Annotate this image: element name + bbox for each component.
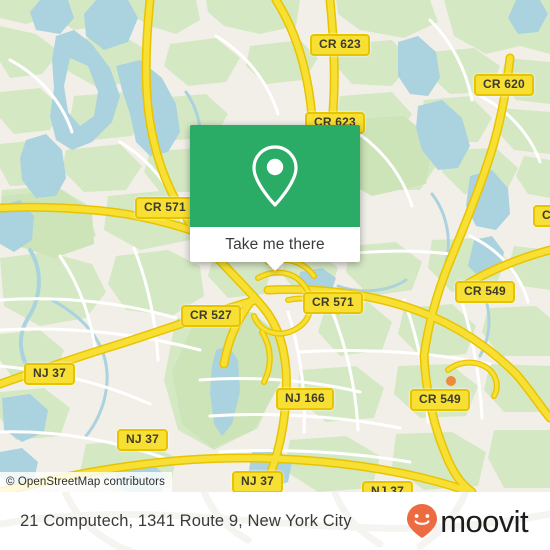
- moovit-wordmark: moovit: [440, 503, 528, 539]
- road-shield: CR 549: [410, 389, 470, 411]
- road-shield: NJ 37: [24, 363, 76, 385]
- road-shield: CR 571: [135, 197, 195, 219]
- road-shield: CR 620: [474, 74, 534, 96]
- road-shield: CR 527: [181, 305, 241, 327]
- road-shield: CR 571: [303, 292, 363, 314]
- footer-bar: 21 Computech, 1341 Route 9, New York Cit…: [0, 492, 550, 550]
- take-me-there-button[interactable]: Take me there: [190, 227, 360, 271]
- road-shield: NJ 37: [117, 429, 169, 451]
- map-canvas[interactable]: CR 623CR 620CR 623CR 571CR 549CR 549CR 5…: [0, 0, 550, 492]
- moovit-pin-icon: [407, 504, 438, 538]
- road-shield: NJ 37: [362, 481, 414, 492]
- road-shield: CR 623: [310, 34, 370, 56]
- popup-pointer-tail: [265, 261, 285, 271]
- junction-marker: [446, 376, 456, 386]
- address-label: 21 Computech, 1341 Route 9, New York Cit…: [20, 511, 352, 530]
- road-shield: NJ 37: [232, 471, 284, 492]
- attribution-text: © OpenStreetMap contributors: [6, 476, 165, 488]
- take-me-there-label: Take me there: [225, 235, 325, 253]
- road-shield: NJ 166: [276, 388, 334, 410]
- road-shield: CR 549: [455, 281, 515, 303]
- moovit-map-screenshot: CR 623CR 620CR 623CR 571CR 549CR 549CR 5…: [0, 0, 550, 550]
- moovit-logo[interactable]: moovit: [405, 503, 529, 539]
- map-pin-icon: [252, 145, 298, 207]
- map-attribution[interactable]: © OpenStreetMap contributors: [0, 472, 172, 492]
- location-popup-card[interactable]: Take me there: [190, 125, 360, 271]
- road-shield: CR 549: [533, 205, 550, 227]
- popup-image-area: [190, 125, 360, 227]
